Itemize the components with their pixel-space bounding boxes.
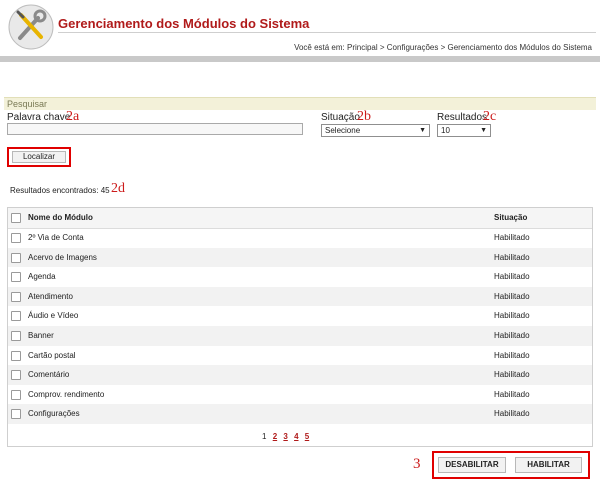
search-button[interactable]: Localizar (12, 151, 66, 163)
module-name: Atendimento (28, 291, 73, 301)
annotation-2d: 2d (111, 181, 125, 196)
status-select[interactable]: Selecione ▼ (321, 124, 430, 137)
row-checkbox[interactable] (11, 389, 21, 400)
search-button-highlight: Localizar (7, 147, 71, 167)
page-link[interactable]: 2 (273, 432, 277, 441)
module-status: Habilitado (494, 331, 530, 340)
search-panel-title: Pesquisar (7, 99, 48, 109)
page-title: Gerenciamento dos Módulos do Sistema (58, 16, 310, 31)
column-header-name: Nome do Módulo (28, 213, 93, 222)
results-per-page-select[interactable]: 10 ▼ (437, 124, 491, 137)
header-bar (0, 56, 600, 62)
module-name: Banner (28, 331, 54, 340)
module-name: Áudio e Vídeo (28, 311, 79, 321)
tools-wrench-screwdriver-icon (8, 4, 54, 50)
breadcrumb: Você está em: Principal > Configurações … (294, 43, 592, 52)
row-checkbox[interactable] (11, 311, 21, 322)
row-checkbox[interactable] (11, 272, 21, 283)
module-name: 2º Via de Conta (28, 233, 84, 242)
row-checkbox[interactable] (11, 233, 21, 243)
column-header-status: Situação (494, 213, 528, 222)
module-status: Habilitado (494, 350, 530, 360)
results-per-page-label: Resultados (437, 112, 488, 123)
table-row: Acervo de Imagens Habilitado (8, 247, 592, 268)
select-all-checkbox[interactable] (11, 213, 21, 223)
status-select-value: Selecione (325, 126, 361, 135)
module-status: Habilitado (494, 233, 530, 242)
row-checkbox[interactable] (11, 291, 21, 302)
enable-button[interactable]: HABILITAR (515, 457, 582, 473)
table-row: Comentário Habilitado (8, 365, 592, 385)
module-status: Habilitado (494, 272, 530, 282)
caret-down-icon: ▼ (480, 127, 487, 134)
search-panel-header: Pesquisar (4, 97, 596, 110)
row-checkbox[interactable] (11, 331, 21, 341)
module-status: Habilitado (494, 252, 530, 262)
table-row: 2º Via de Conta Habilitado (8, 228, 592, 248)
table-row: Comprov. rendimento Habilitado (8, 385, 592, 405)
pagination: 1 2 3 4 5 (262, 432, 313, 441)
results-count: 45 (100, 186, 110, 195)
table-row: Atendimento Habilitado (8, 286, 592, 307)
module-status: Habilitado (494, 311, 530, 321)
results-label: Resultados encontrados: (10, 186, 99, 195)
table-row: Áudio e Vídeo Habilitado (8, 306, 592, 326)
page-link[interactable]: 3 (283, 432, 287, 441)
annotation-3: 3 (413, 456, 421, 472)
module-name: Acervo de Imagens (28, 252, 97, 262)
table-row: Banner Habilitado (8, 326, 592, 346)
page-current: 1 (262, 432, 267, 441)
annotation-2b: 2b (357, 109, 371, 124)
row-checkbox[interactable] (11, 409, 21, 420)
annotation-2c: 2c (483, 109, 497, 124)
module-status: Habilitado (494, 291, 530, 301)
page-link[interactable]: 4 (294, 432, 298, 441)
table-row: Agenda Habilitado (8, 267, 592, 287)
caret-down-icon: ▼ (419, 127, 426, 134)
keyword-input[interactable] (7, 123, 303, 135)
module-name: Agenda (28, 272, 56, 282)
module-name: Configurações (28, 409, 80, 419)
title-divider (58, 32, 596, 33)
module-status: Habilitado (494, 409, 530, 419)
actions-highlight: DESABILITAR HABILITAR (432, 451, 590, 479)
disable-button[interactable]: DESABILITAR (438, 457, 506, 473)
module-name: Cartão postal (28, 350, 76, 360)
module-status: Habilitado (494, 389, 530, 399)
keyword-label: Palavra chave (7, 112, 71, 123)
table-row: Configurações Habilitado (8, 404, 592, 424)
page-link[interactable]: 5 (305, 432, 309, 441)
results-summary: Resultados encontrados: 45 (10, 186, 110, 195)
row-checkbox[interactable] (11, 350, 21, 361)
module-name: Comentário (28, 370, 70, 380)
row-checkbox[interactable] (11, 252, 21, 263)
modules-table: Nome do Módulo Situação 2º Via de Conta … (7, 207, 593, 447)
module-name: Comprov. rendimento (28, 389, 105, 399)
row-checkbox[interactable] (11, 370, 21, 381)
status-label: Situação (321, 112, 360, 123)
table-row: Cartão postal Habilitado (8, 346, 592, 366)
results-per-page-value: 10 (441, 126, 450, 135)
table-header-row: Nome do Módulo Situação (8, 208, 592, 229)
module-status: Habilitado (494, 370, 530, 380)
